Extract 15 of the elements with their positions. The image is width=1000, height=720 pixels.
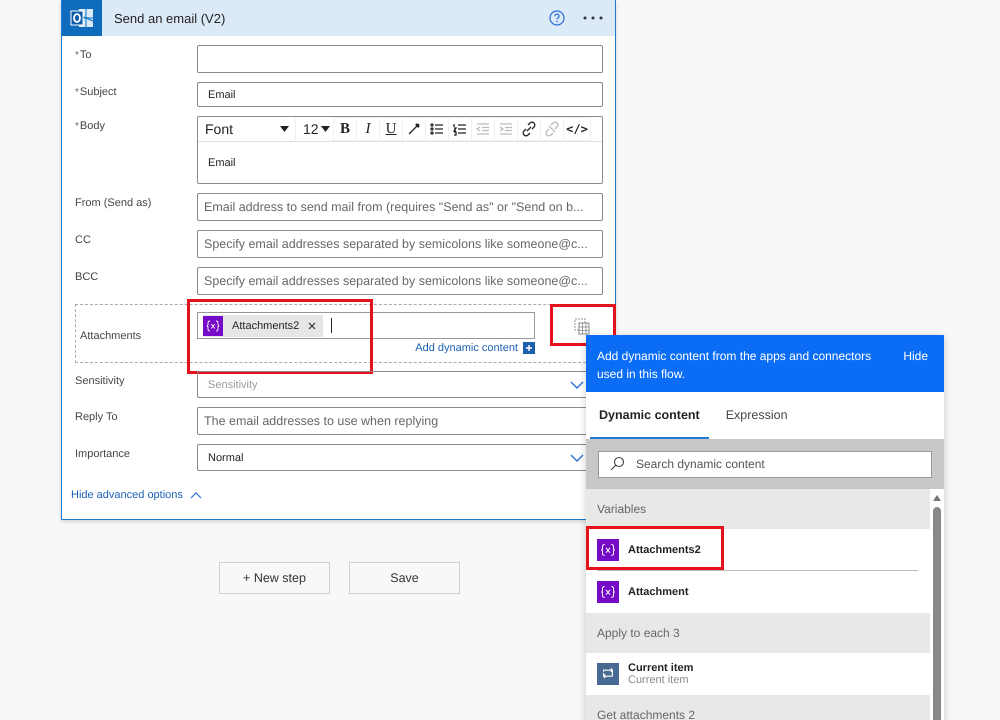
field-label: Attachments xyxy=(79,329,142,344)
field-label: Sensitivity xyxy=(75,374,126,389)
token-label: Attachments2 xyxy=(232,320,300,332)
group-header: Get attachments 2 xyxy=(586,695,930,720)
field-label: From (Send as) xyxy=(75,196,152,211)
field-label: *Subject xyxy=(75,85,118,100)
field-label: CC xyxy=(75,233,92,248)
group-header: Apply to each 3 xyxy=(586,613,930,654)
field-label: Reply To xyxy=(75,410,119,425)
field-label: *To xyxy=(75,48,93,63)
field-label: *Body xyxy=(75,119,106,134)
field-label: Importance xyxy=(75,447,132,462)
group-header: Variables xyxy=(586,489,930,530)
field-label: BCC xyxy=(75,270,100,285)
card-title: Send an email (V2) xyxy=(114,10,226,26)
